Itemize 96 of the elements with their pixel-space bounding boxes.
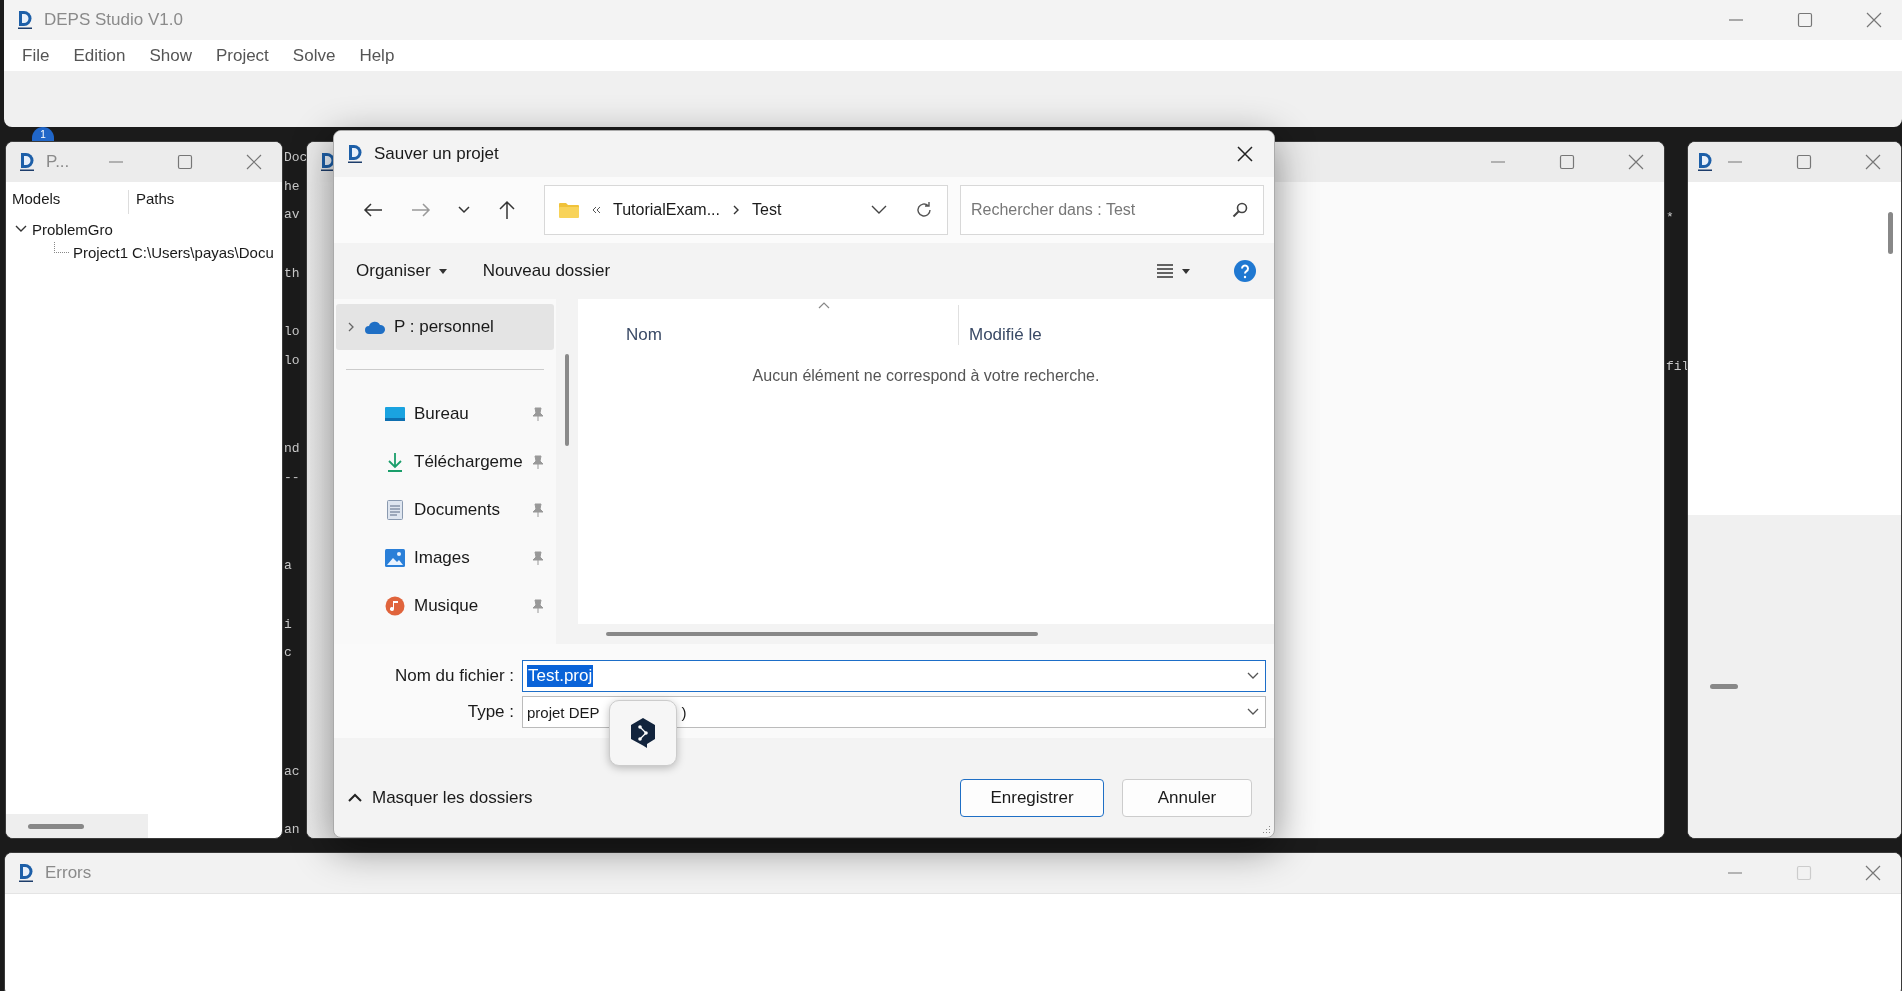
code-text: lo (284, 323, 300, 341)
code-text: fil (1666, 357, 1690, 376)
window-title: P... (46, 152, 70, 172)
nav-item[interactable]: Bureau (336, 391, 554, 437)
document-icon (384, 500, 406, 520)
search-icon[interactable] (1232, 202, 1248, 218)
toolbar-button[interactable]: Organiser (356, 261, 447, 281)
code-text: c (284, 644, 292, 662)
pin-icon[interactable] (532, 407, 544, 421)
maximize-icon[interactable] (1796, 154, 1812, 170)
filename-field[interactable]: Test.proj (522, 660, 1266, 692)
chevron-up-icon (348, 793, 362, 802)
empty-message: Aucun élément ne correspond à votre recherche. (751, 367, 1101, 385)
tree-item[interactable]: Project1 (73, 243, 129, 261)
menu-item[interactable]: Show (140, 45, 201, 66)
code-text: ac (284, 762, 300, 781)
code-text: lo (284, 351, 300, 370)
tree-item[interactable]: ProblemGro (32, 220, 113, 238)
nav-item[interactable]: Musique (336, 583, 554, 629)
sort-caret-icon (818, 302, 830, 309)
code-text: Doc (284, 149, 308, 167)
chevron-right-icon[interactable] (346, 321, 356, 333)
nav-item[interactable]: P : personnel (336, 304, 554, 350)
column-header[interactable]: Modifié le (969, 325, 1042, 345)
desktop-icon (384, 406, 406, 422)
floating-button[interactable] (609, 700, 677, 766)
search-field[interactable]: Rechercher dans : Test (960, 185, 1264, 235)
pin-icon[interactable] (532, 455, 544, 469)
maximize-icon[interactable] (1797, 12, 1813, 28)
breadcrumb-item[interactable]: Test (752, 201, 782, 219)
column-header[interactable]: Paths (128, 190, 181, 214)
app-logo-icon (1698, 153, 1712, 171)
app-logo-icon (18, 11, 32, 29)
menu-item[interactable]: File (13, 45, 59, 66)
list-view-icon (1156, 263, 1174, 279)
caret-icon (438, 268, 447, 274)
code-text: th (284, 264, 300, 283)
app-logo-icon (19, 864, 33, 882)
column-header[interactable]: Nom (626, 325, 662, 344)
code-text: nd (284, 440, 300, 458)
field-label: Nom du fichier : (393, 666, 514, 686)
nav-item[interactable]: Documents (336, 487, 554, 533)
chevron-right-icon (732, 204, 740, 216)
type-dropdown[interactable]: projet DEP ) (522, 696, 1266, 728)
back-arrow-icon[interactable] (363, 202, 384, 218)
double-chevron-icon (591, 205, 601, 215)
chevron-down-icon[interactable] (1247, 672, 1259, 680)
caret-icon (1182, 268, 1190, 274)
menu-item[interactable]: Solve (283, 45, 345, 66)
pin-icon[interactable] (532, 551, 544, 565)
code-text: i (284, 615, 292, 634)
help-icon[interactable] (1234, 260, 1256, 282)
menu-item[interactable]: Project (206, 45, 278, 66)
pin-icon[interactable] (532, 503, 544, 517)
close-icon[interactable] (1236, 145, 1254, 163)
chevron-down-icon[interactable] (457, 205, 472, 215)
view-button[interactable] (1156, 263, 1190, 279)
code-text: * (1666, 209, 1674, 227)
maximize-icon[interactable] (177, 154, 193, 170)
chevron-down-icon[interactable] (871, 205, 887, 215)
count-badge: 1 (32, 127, 54, 141)
resize-grip-icon[interactable] (1261, 824, 1271, 834)
nav-item[interactable]: Téléchargeme (336, 439, 554, 485)
save-button[interactable]: Enregistrer (960, 778, 1104, 817)
address-bar[interactable]: TutorialExam... Test (544, 185, 948, 235)
image-icon (384, 549, 406, 567)
code-text: a (284, 557, 292, 575)
music-icon (384, 596, 406, 616)
pin-icon[interactable] (532, 599, 544, 613)
column-header[interactable]: Models (6, 190, 128, 214)
cancel-button[interactable]: Annuler (1122, 778, 1252, 817)
dialog-title: Sauver un projet (374, 144, 499, 164)
app-logo-icon (20, 153, 34, 171)
code-text: av (284, 206, 300, 224)
code-text: -- (284, 468, 300, 487)
refresh-icon[interactable] (915, 201, 933, 219)
cloud-icon (364, 319, 386, 335)
code-text: an (284, 821, 300, 839)
chevron-down-icon[interactable] (1247, 708, 1259, 716)
window-title: Errors (45, 863, 92, 883)
toolbar-button[interactable]: Nouveau dossier (482, 261, 611, 281)
forward-arrow-icon[interactable] (411, 202, 432, 218)
menu-item[interactable]: Help (350, 45, 404, 66)
folder-icon (559, 202, 579, 218)
breadcrumb-item[interactable]: TutorialExam... (613, 201, 720, 219)
nav-item[interactable]: Images (336, 535, 554, 581)
hide-folders-toggle[interactable]: Masquer les dossiers (348, 787, 533, 808)
window-title: DEPS Studio V1.0 (44, 10, 183, 30)
code-text: he (284, 177, 300, 196)
up-arrow-icon[interactable] (497, 200, 516, 220)
share-hexagon-icon (629, 717, 657, 749)
path-text: C:\Users\payas\Docu (132, 243, 274, 261)
app-logo-icon (348, 145, 362, 163)
field-label: Type : (466, 702, 514, 722)
menu-item[interactable]: Edition (64, 45, 135, 66)
maximize-icon[interactable] (1559, 154, 1575, 170)
